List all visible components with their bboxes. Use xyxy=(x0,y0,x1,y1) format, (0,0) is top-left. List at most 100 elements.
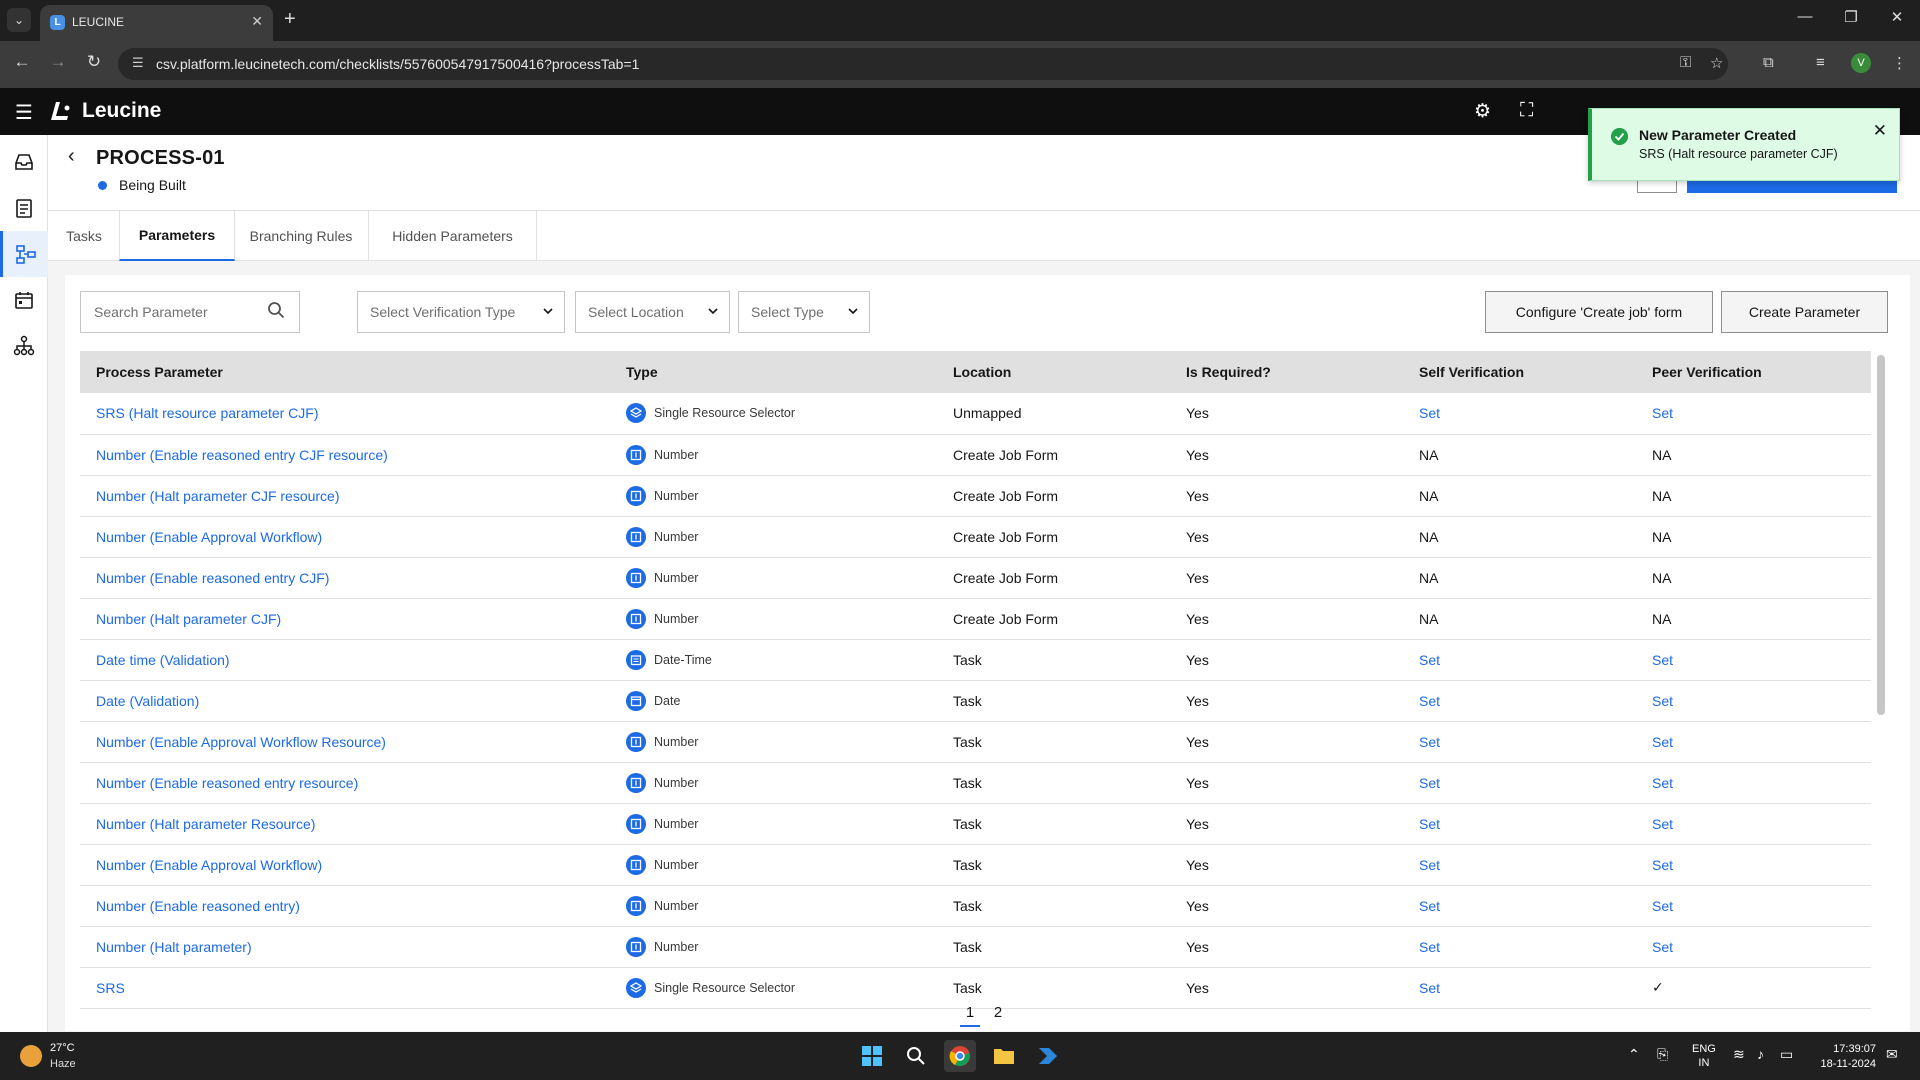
nav-inbox-icon[interactable] xyxy=(0,139,48,185)
self-verification-link[interactable]: Set xyxy=(1403,844,1636,885)
parameter-name-link[interactable]: Number (Enable reasoned entry resource) xyxy=(80,762,610,803)
window-close-icon[interactable]: ✕ xyxy=(1882,8,1912,26)
weather-temperature[interactable]: 27°C xyxy=(50,1042,75,1054)
peer-verification-link[interactable]: Set xyxy=(1636,885,1871,926)
location-label: Select Location xyxy=(588,304,684,320)
self-verification-link[interactable]: Set xyxy=(1403,721,1636,762)
parameter-name-link[interactable]: Number (Halt parameter) xyxy=(80,926,610,967)
tab-close-icon[interactable]: ✕ xyxy=(251,13,263,30)
location-select[interactable]: Select Location xyxy=(575,291,730,333)
taskbar-search-icon[interactable] xyxy=(900,1040,932,1072)
self-verification-link[interactable]: Set xyxy=(1403,393,1636,434)
type-cell: Number xyxy=(610,434,937,475)
parameter-name-link[interactable]: SRS (Halt resource parameter CJF) xyxy=(80,393,610,434)
site-info-icon[interactable]: ☰ xyxy=(132,55,144,71)
self-verification-link[interactable]: Set xyxy=(1403,639,1636,680)
verification-type-select[interactable]: Select Verification Type xyxy=(357,291,565,333)
parameter-required: Yes xyxy=(1186,733,1209,750)
self-verification-link[interactable]: Set xyxy=(1403,762,1636,803)
battery-icon[interactable]: ▭ xyxy=(1780,1046,1793,1063)
tab-hidden-parameters[interactable]: Hidden Parameters xyxy=(368,211,537,261)
tab-tasks[interactable]: Tasks xyxy=(48,211,120,261)
peer-verification-link[interactable]: Set xyxy=(1636,762,1871,803)
extensions-icon[interactable]: ⧉ xyxy=(1763,54,1774,71)
password-key-icon[interactable]: ⚿ xyxy=(1680,54,1691,71)
wifi-icon[interactable]: ≋ xyxy=(1733,1046,1745,1063)
notification-icon[interactable]: ✉ xyxy=(1886,1046,1898,1063)
parameter-name-link[interactable]: Date (Validation) xyxy=(80,680,610,721)
configure-create-job-form-button[interactable]: Configure 'Create job' form xyxy=(1485,291,1713,333)
hamburger-menu-icon[interactable]: ☰ xyxy=(15,100,33,125)
back-icon[interactable]: ← xyxy=(10,52,34,72)
profile-avatar[interactable]: V xyxy=(1851,53,1871,73)
self-verification-link[interactable]: Set xyxy=(1403,926,1636,967)
nav-checklist-icon[interactable] xyxy=(0,185,48,231)
parameter-name-link[interactable]: SRS xyxy=(80,967,610,1008)
peer-verification-link[interactable]: Set xyxy=(1636,680,1871,721)
parameter-name-link[interactable]: Number (Enable Approval Workflow) xyxy=(80,844,610,885)
nav-process-icon[interactable] xyxy=(0,231,48,277)
peer-verification-link[interactable]: Set xyxy=(1636,844,1871,885)
media-controls-icon[interactable]: ≡ xyxy=(1816,54,1825,71)
parameter-name-link[interactable]: Number (Halt parameter Resource) xyxy=(80,803,610,844)
search-input[interactable] xyxy=(81,292,261,332)
windows-start-icon[interactable] xyxy=(856,1040,888,1072)
peer-verification-link[interactable]: Set xyxy=(1636,926,1871,967)
power-automate-icon[interactable] xyxy=(1032,1040,1064,1072)
search-icon[interactable] xyxy=(267,301,285,319)
minimize-icon[interactable]: — xyxy=(1790,8,1820,25)
toast-close-icon[interactable]: ✕ xyxy=(1873,121,1887,141)
reload-icon[interactable]: ↻ xyxy=(82,52,106,72)
new-tab-icon[interactable]: + xyxy=(284,8,296,30)
language-indicator[interactable]: ENG IN xyxy=(1692,1042,1716,1070)
parameter-location: Task xyxy=(953,979,982,996)
address-bar[interactable]: ☰ csv.platform.leucinetech.com/checklist… xyxy=(118,48,1728,80)
tab-search-button[interactable]: ⌄ xyxy=(7,8,31,32)
browser-tab-active[interactable]: L LEUCINE ✕ xyxy=(40,5,273,41)
volume-icon[interactable]: ♪ xyxy=(1757,1046,1764,1062)
page-1-button[interactable]: 1 xyxy=(960,1004,980,1027)
tab-parameters[interactable]: Parameters xyxy=(119,211,235,261)
scan-icon[interactable]: ⛶ xyxy=(1520,100,1533,122)
parameter-name-link[interactable]: Number (Enable Approval Workflow Resourc… xyxy=(80,721,610,762)
table-row: Date (Validation) Date Task Yes Set Set xyxy=(80,680,1871,721)
weather-haze-icon[interactable] xyxy=(20,1045,42,1067)
nav-calendar-icon[interactable] xyxy=(0,277,48,323)
parameter-name-link[interactable]: Number (Enable reasoned entry CJF) xyxy=(80,557,610,598)
self-verification-link[interactable]: Set xyxy=(1403,680,1636,721)
peer-verification-link[interactable]: Set xyxy=(1636,393,1871,434)
parameter-name-link[interactable]: Date time (Validation) xyxy=(80,639,610,680)
table-scrollbar[interactable] xyxy=(1877,355,1885,715)
self-verification-link[interactable]: Set xyxy=(1403,967,1636,1008)
number-icon xyxy=(626,526,646,547)
parameter-required: Yes xyxy=(1186,610,1209,627)
back-arrow-icon[interactable]: ‹ xyxy=(68,145,75,168)
parameter-name-link[interactable]: Number (Halt parameter CJF) xyxy=(80,598,610,639)
parameter-name-link[interactable]: Number (Halt parameter CJF resource) xyxy=(80,475,610,516)
tab-branching-rules[interactable]: Branching Rules xyxy=(236,211,366,261)
peer-verification-link[interactable]: Set xyxy=(1636,639,1871,680)
bookmark-star-icon[interactable]: ☆ xyxy=(1710,54,1723,72)
weather-description[interactable]: Haze xyxy=(50,1058,76,1070)
page-2-button[interactable]: 2 xyxy=(988,1004,1008,1021)
system-clock[interactable]: 17:39:07 18-11-2024 xyxy=(1812,1042,1876,1072)
self-verification-link[interactable]: Set xyxy=(1403,885,1636,926)
browser-menu-icon[interactable]: ⋮ xyxy=(1892,54,1907,72)
nav-hierarchy-icon[interactable] xyxy=(0,323,48,369)
create-parameter-button[interactable]: Create Parameter xyxy=(1721,291,1888,333)
tray-display-icon[interactable]: ⎘ xyxy=(1657,1046,1668,1063)
file-explorer-icon[interactable] xyxy=(988,1040,1020,1072)
settings-gear-icon[interactable]: ⚙ xyxy=(1474,100,1491,123)
restore-icon[interactable]: ❐ xyxy=(1836,8,1866,26)
parameter-name-link[interactable]: Number (Enable Approval Workflow) xyxy=(80,516,610,557)
peer-verification-link[interactable]: Set xyxy=(1636,721,1871,762)
url-text[interactable]: csv.platform.leucinetech.com/checklists/… xyxy=(156,56,639,72)
chrome-app-icon[interactable] xyxy=(944,1040,976,1072)
parameter-name-link[interactable]: Number (Enable reasoned entry) xyxy=(80,885,610,926)
peer-verification-link[interactable]: Set xyxy=(1636,803,1871,844)
tray-overflow-icon[interactable]: ⌃ xyxy=(1628,1046,1640,1063)
parameter-name-link[interactable]: Number (Enable reasoned entry CJF resour… xyxy=(80,434,610,475)
type-select[interactable]: Select Type xyxy=(738,291,870,333)
forward-icon[interactable]: → xyxy=(46,52,70,72)
self-verification-link[interactable]: Set xyxy=(1403,803,1636,844)
